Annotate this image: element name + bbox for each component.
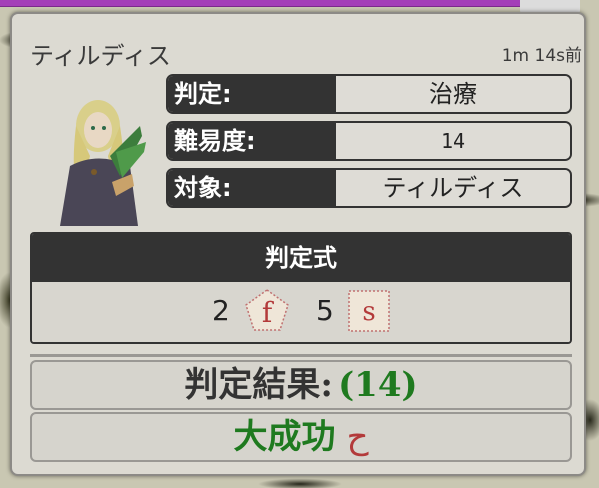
chat-message-card: ティルディス 1m 14s前 判定: 治療 難易度: 14 対象: ティルディス… <box>10 12 586 476</box>
dice-formula-body: 2 f 5 s <box>32 282 570 342</box>
dice-count: 2 <box>212 294 230 327</box>
check-row-value: 14 <box>336 123 570 159</box>
check-row-label: 難易度: <box>168 123 336 159</box>
skill-die-symbol: s <box>362 297 375 327</box>
window-accent-bar <box>0 0 520 7</box>
check-outcome-text: 大成功 <box>233 417 336 457</box>
section-divider <box>30 354 572 357</box>
character-name: ティルディス <box>30 42 171 70</box>
dice-count: 5 <box>316 294 334 327</box>
check-result-label: 判定結果: <box>184 365 333 405</box>
dice-formula-panel: 判定式 2 f 5 s <box>30 232 572 344</box>
fortune-die-icon: f <box>245 289 289 331</box>
check-row-value: ティルディス <box>336 170 570 206</box>
message-timestamp: 1m 14s前 <box>501 46 582 66</box>
check-result-box: 判定結果: (14) <box>30 360 572 410</box>
check-outcome-box: 大成功 ح <box>30 412 572 462</box>
check-row-difficulty: 難易度: 14 <box>166 121 572 161</box>
check-row-skill: 判定: 治療 <box>166 74 572 114</box>
check-row-value: 治療 <box>336 76 570 112</box>
check-row-label: 対象: <box>168 170 336 206</box>
check-row-target: 対象: ティルディス <box>166 168 572 208</box>
character-avatar <box>60 100 146 226</box>
skill-die-icon: s <box>348 290 390 332</box>
check-row-label: 判定: <box>168 76 336 112</box>
dice-formula-title: 判定式 <box>32 234 570 282</box>
triumph-icon: ح <box>346 417 369 457</box>
check-result-value: (14) <box>338 365 418 405</box>
